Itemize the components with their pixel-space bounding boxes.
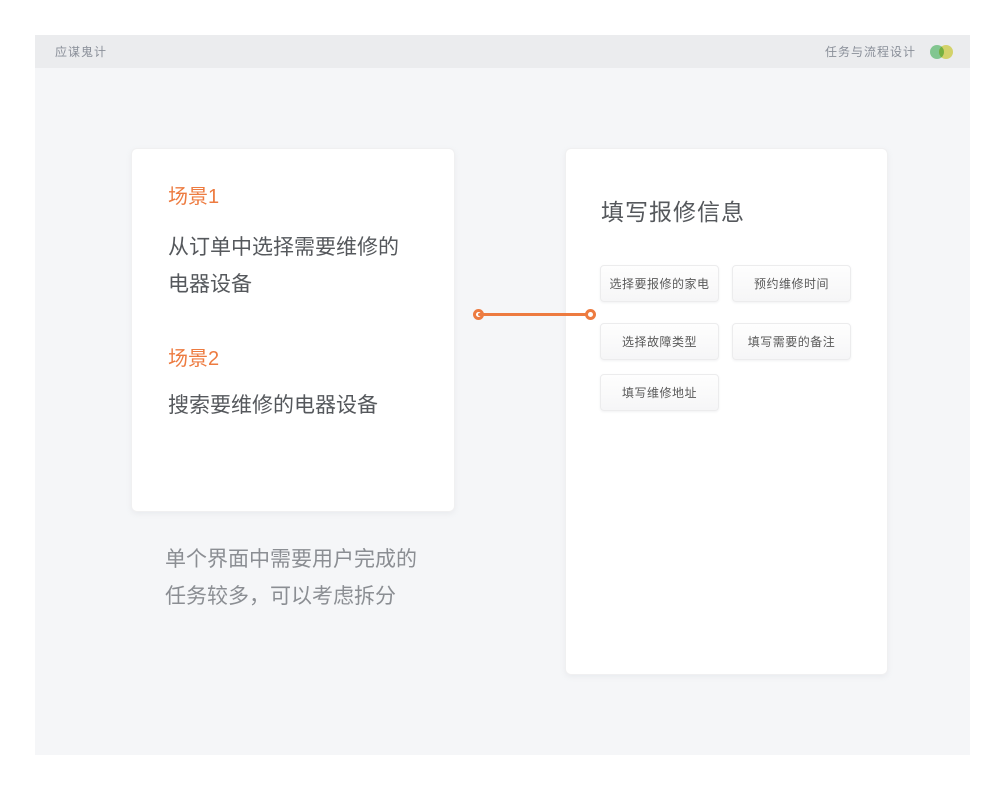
yellow-circle-icon [939,45,953,59]
overlap-circles-icon[interactable] [930,45,954,59]
form-button-notes[interactable]: 填写需要的备注 [732,323,851,360]
project-title: 应谋鬼计 [55,43,107,60]
scenario-1-text: 从订单中选择需要维修的电器设备 [168,229,410,303]
connector-endpoint-right-icon [585,309,596,320]
form-button-repair-address[interactable]: 填写维修地址 [600,374,719,411]
form-button-appointment-time[interactable]: 预约维修时间 [732,265,851,302]
scenario-card[interactable]: 场景1 从订单中选择需要维修的电器设备 场景2 搜索要维修的电器设备 [131,148,455,512]
design-canvas: 场景1 从订单中选择需要维修的电器设备 场景2 搜索要维修的电器设备 单个界面中… [35,68,970,755]
form-mockup-card[interactable]: 填写报修信息 选择要报修的家电 预约维修时间 选择故障类型 填写需要的备注 填写… [565,148,888,675]
scenario-2-label: 场景2 [168,347,418,371]
app-frame: 应谋鬼计 任务与流程设计 场景1 从订单中选择需要维修的电器设备 场景2 搜索要… [35,35,970,755]
page-mode-label: 任务与流程设计 [825,43,916,60]
connector-line[interactable] [473,308,596,320]
form-button-fault-type[interactable]: 选择故障类型 [600,323,719,360]
form-button-select-appliance[interactable]: 选择要报修的家电 [600,265,719,302]
scenario-1-label: 场景1 [168,185,418,209]
connector-segment [478,313,591,316]
top-bar: 应谋鬼计 任务与流程设计 [35,35,970,68]
scenario-2-text: 搜索要维修的电器设备 [168,387,420,424]
top-bar-right: 任务与流程设计 [825,43,954,60]
canvas-note: 单个界面中需要用户完成的任务较多，可以考虑拆分 [165,541,427,615]
form-title: 填写报修信息 [601,193,745,227]
